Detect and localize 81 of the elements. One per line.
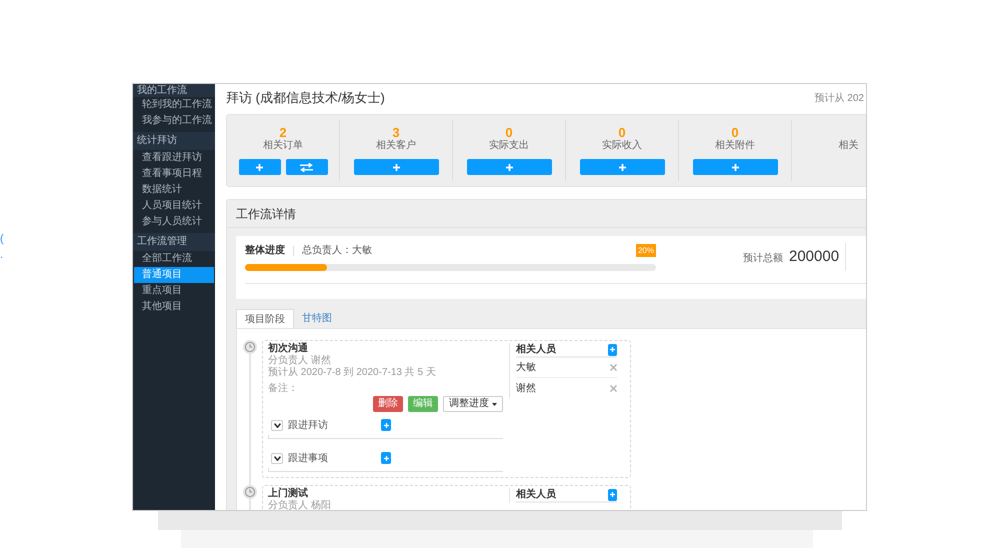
sidebar-item[interactable]: 查看跟进拜访 [134, 150, 214, 166]
member-name: 大敏 [516, 360, 536, 375]
owner-text: 总负责人：大敏 [302, 244, 372, 258]
stat-label: 实际支出 [489, 140, 529, 152]
plus-icon [506, 164, 512, 170]
sidebar-item[interactable]: 人员项目统计 [134, 198, 214, 214]
sidebar-item[interactable]: 数据统计 [134, 182, 214, 198]
stat-count: 2 [279, 125, 287, 140]
sidebar-item[interactable]: 轮到我的工作流 [134, 97, 214, 113]
edge-text-fragment: . [0, 249, 4, 261]
swap-icon [300, 162, 313, 172]
delete-button[interactable]: 删除 [373, 396, 403, 412]
clock-icon [243, 485, 257, 499]
plus-icon [610, 347, 615, 352]
sidebar-item[interactable]: 其他项目 [134, 299, 214, 315]
sidebar-section-title: 统计拜访 [133, 132, 215, 150]
plus-icon [384, 422, 388, 428]
plus-icon [618, 164, 626, 170]
stat-count: 3 [392, 125, 400, 140]
phase-owner: 分负责人 谢然 [268, 355, 332, 366]
close-icon [610, 364, 617, 371]
plus-icon [384, 456, 388, 460]
add-button[interactable] [238, 159, 280, 175]
add-button[interactable] [608, 488, 617, 500]
add-button[interactable] [381, 419, 391, 431]
remove-button[interactable] [610, 364, 617, 371]
stat-count: 0 [505, 125, 513, 140]
total-label: 预计总额 [743, 252, 783, 266]
sidebar-item[interactable]: 我参与的工作流 [134, 113, 214, 129]
dropdown-button[interactable]: 调整进度 [443, 396, 503, 412]
people-title: 相关人员 [516, 488, 556, 502]
add-button[interactable] [692, 159, 778, 175]
close-icon [610, 384, 617, 392]
section-title: 跟进事项 [288, 452, 329, 466]
expand-button[interactable] [271, 420, 283, 430]
tab[interactable]: 项目阶段 [236, 309, 294, 328]
note-label: 备注： [268, 383, 299, 395]
page-title: 拜访 (成都信息技术/杨女士) [226, 89, 385, 108]
chevron-down-icon [274, 422, 280, 428]
stat-label: 相关附件 [715, 140, 755, 152]
member-name: 谢然 [516, 382, 536, 396]
swap-button[interactable] [286, 159, 328, 175]
add-button[interactable] [381, 452, 391, 464]
schedule-text: 预计从 202 [814, 92, 864, 106]
progress-label: 整体进度 [245, 243, 285, 258]
remove-button[interactable] [610, 384, 617, 392]
add-button[interactable] [580, 159, 664, 175]
sidebar-section-title: 工作流管理 [133, 233, 215, 251]
stat-count: 0 [618, 125, 626, 140]
sidebar-item[interactable]: 重点项目 [134, 283, 214, 299]
plus-icon [256, 164, 263, 170]
sidebar-item[interactable]: 全部工作流 [134, 251, 214, 267]
phase-title: 上门测试 [268, 488, 309, 500]
add-button[interactable] [608, 344, 617, 356]
phase-title: 初次沟通 [268, 343, 309, 354]
stat-count: 0 [731, 125, 739, 140]
sidebar-item[interactable]: 查看事项日程 [134, 166, 214, 182]
add-button[interactable] [466, 159, 552, 175]
tab[interactable]: 甘特图 [294, 309, 340, 328]
section-title: 跟进拜访 [288, 418, 329, 432]
total-amount: 200000 [789, 246, 840, 267]
stat-label: 相关客户 [376, 140, 416, 152]
plus-icon [610, 492, 615, 497]
phase-owner: 分负责人 杨阳 [268, 500, 332, 510]
sidebar-item[interactable]: 参与人员统计 [134, 214, 214, 230]
percent-badge: 20% [636, 244, 656, 257]
edge-text-fragment: ( [0, 233, 4, 245]
panel-title: 工作流详情 [236, 206, 296, 222]
stat-label: 相关订单 [263, 140, 303, 152]
sidebar-section-title: 我的工作流 [133, 84, 215, 97]
stat-label: 实际收入 [602, 140, 642, 152]
expand-button[interactable] [271, 452, 283, 464]
people-title: 相关人员 [516, 342, 556, 357]
add-button[interactable] [354, 159, 438, 175]
phase-schedule: 预计从 2020-7-8 到 2020-7-13 共 5 天 [268, 367, 437, 379]
chevron-down-icon [274, 456, 280, 460]
plus-icon [392, 164, 400, 170]
clock-icon [243, 340, 257, 354]
stat-label: 相关 [838, 140, 858, 152]
caret-icon [492, 402, 497, 406]
plus-icon [732, 164, 738, 170]
